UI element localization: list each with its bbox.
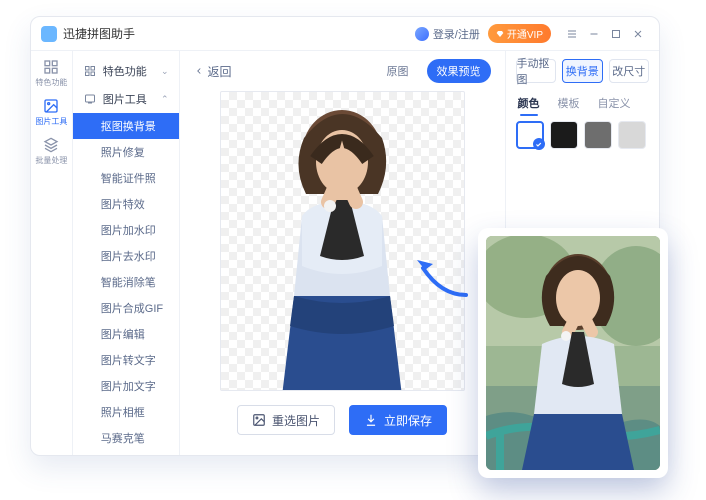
sidebar-item-replace-bg[interactable]: 抠图换背景 [73,113,179,139]
grid-icon [83,65,97,77]
mode-change-bg[interactable]: 换背景 [562,59,603,83]
sidebar-item[interactable]: 图片加水印 [73,217,179,243]
avatar-icon[interactable] [415,27,429,41]
maximize-button[interactable] [605,23,627,45]
sidebar-item[interactable]: 照片修复 [73,139,179,165]
diamond-icon [496,30,504,38]
sidebar: 特色功能 ⌄ 图片工具 ⌃ 抠图换背景 照片修复 智能证件照 图片特效 图片加水… [73,51,180,455]
tabstrip-label: 特色功能 [35,77,67,88]
download-icon [364,413,378,427]
chevron-up-icon: ⌃ [161,94,169,105]
sidebar-group-label: 图片工具 [103,91,147,107]
login-link[interactable]: 登录/注册 [433,26,480,42]
tabstrip-image-tools[interactable]: 图片工具 [34,98,68,127]
color-swatches [516,121,650,149]
tabstrip-batch[interactable]: 批量处理 [34,137,68,166]
check-icon [533,138,545,150]
sidebar-item[interactable]: 图片合成GIF [73,295,179,321]
view-segment: 原图 效果预览 [377,59,491,83]
sidebar-item[interactable]: 图片转文字 [73,347,179,373]
sidebar-item[interactable]: 图片去水印 [73,243,179,269]
mode-resize[interactable]: 改尺寸 [609,59,650,83]
left-tabstrip: 特色功能 图片工具 批量处理 [31,51,73,455]
sidebar-item[interactable]: 照片相框 [73,399,179,425]
grid-icon [43,59,59,75]
sidebar-item[interactable]: 马赛克笔 [73,425,179,451]
sidebar-item[interactable]: 图片编辑 [73,321,179,347]
mode-manual-cutout[interactable]: 手动抠图 [516,59,557,83]
main-toolbar: 返回 原图 效果预览 [180,51,505,91]
sidebar-group-label: 特色功能 [103,63,147,79]
app-icon [41,26,57,42]
image-edit-icon [83,93,97,105]
subtab-custom[interactable]: 自定义 [598,95,631,111]
app-title: 迅捷拼图助手 [63,25,135,42]
sidebar-group-features[interactable]: 特色功能 ⌄ [73,57,179,85]
action-row: 重选图片 立即保存 [237,405,447,435]
rechoose-label: 重选图片 [272,412,320,429]
result-card [478,228,668,478]
arrow-left-icon [194,66,204,76]
sidebar-item[interactable]: 图片加文字 [73,373,179,399]
tabstrip-label: 图片工具 [35,116,67,127]
menu-button[interactable] [561,23,583,45]
swatch-white[interactable] [516,121,544,149]
arrow-icon [411,250,471,300]
titlebar: 迅捷拼图助手 登录/注册 开通VIP [31,17,659,51]
swatch-gray[interactable] [584,121,612,149]
close-button[interactable] [627,23,649,45]
cutout-person [242,96,442,391]
segment-original[interactable]: 原图 [377,59,419,83]
mode-row: 手动抠图 换背景 改尺寸 [516,59,650,83]
tabstrip-features[interactable]: 特色功能 [34,59,68,88]
rechoose-button[interactable]: 重选图片 [237,405,335,435]
segment-preview[interactable]: 效果预览 [427,59,491,83]
sidebar-group-image-tools[interactable]: 图片工具 ⌃ [73,85,179,113]
save-label: 立即保存 [384,412,432,429]
vip-label: 开通VIP [507,26,543,41]
back-button[interactable]: 返回 [194,63,232,80]
sidebar-item[interactable]: 图片特效 [73,191,179,217]
sidebar-item[interactable]: 智能消除笔 [73,269,179,295]
subtab-template[interactable]: 模板 [558,95,580,111]
swatch-lightgray[interactable] [618,121,646,149]
chevron-down-icon: ⌄ [161,66,169,77]
result-photo [486,236,660,470]
subtab-color[interactable]: 颜色 [518,95,540,111]
bg-subtabs: 颜色 模板 自定义 [518,95,650,111]
vip-button[interactable]: 开通VIP [488,24,551,43]
image-icon [43,98,59,114]
back-label: 返回 [208,63,232,80]
save-button[interactable]: 立即保存 [349,405,447,435]
sidebar-item[interactable]: 智能证件照 [73,165,179,191]
layers-icon [43,137,59,153]
minimize-button[interactable] [583,23,605,45]
preview-canvas [220,91,465,391]
swatch-black[interactable] [550,121,578,149]
tabstrip-label: 批量处理 [35,155,67,166]
image-icon [252,413,266,427]
